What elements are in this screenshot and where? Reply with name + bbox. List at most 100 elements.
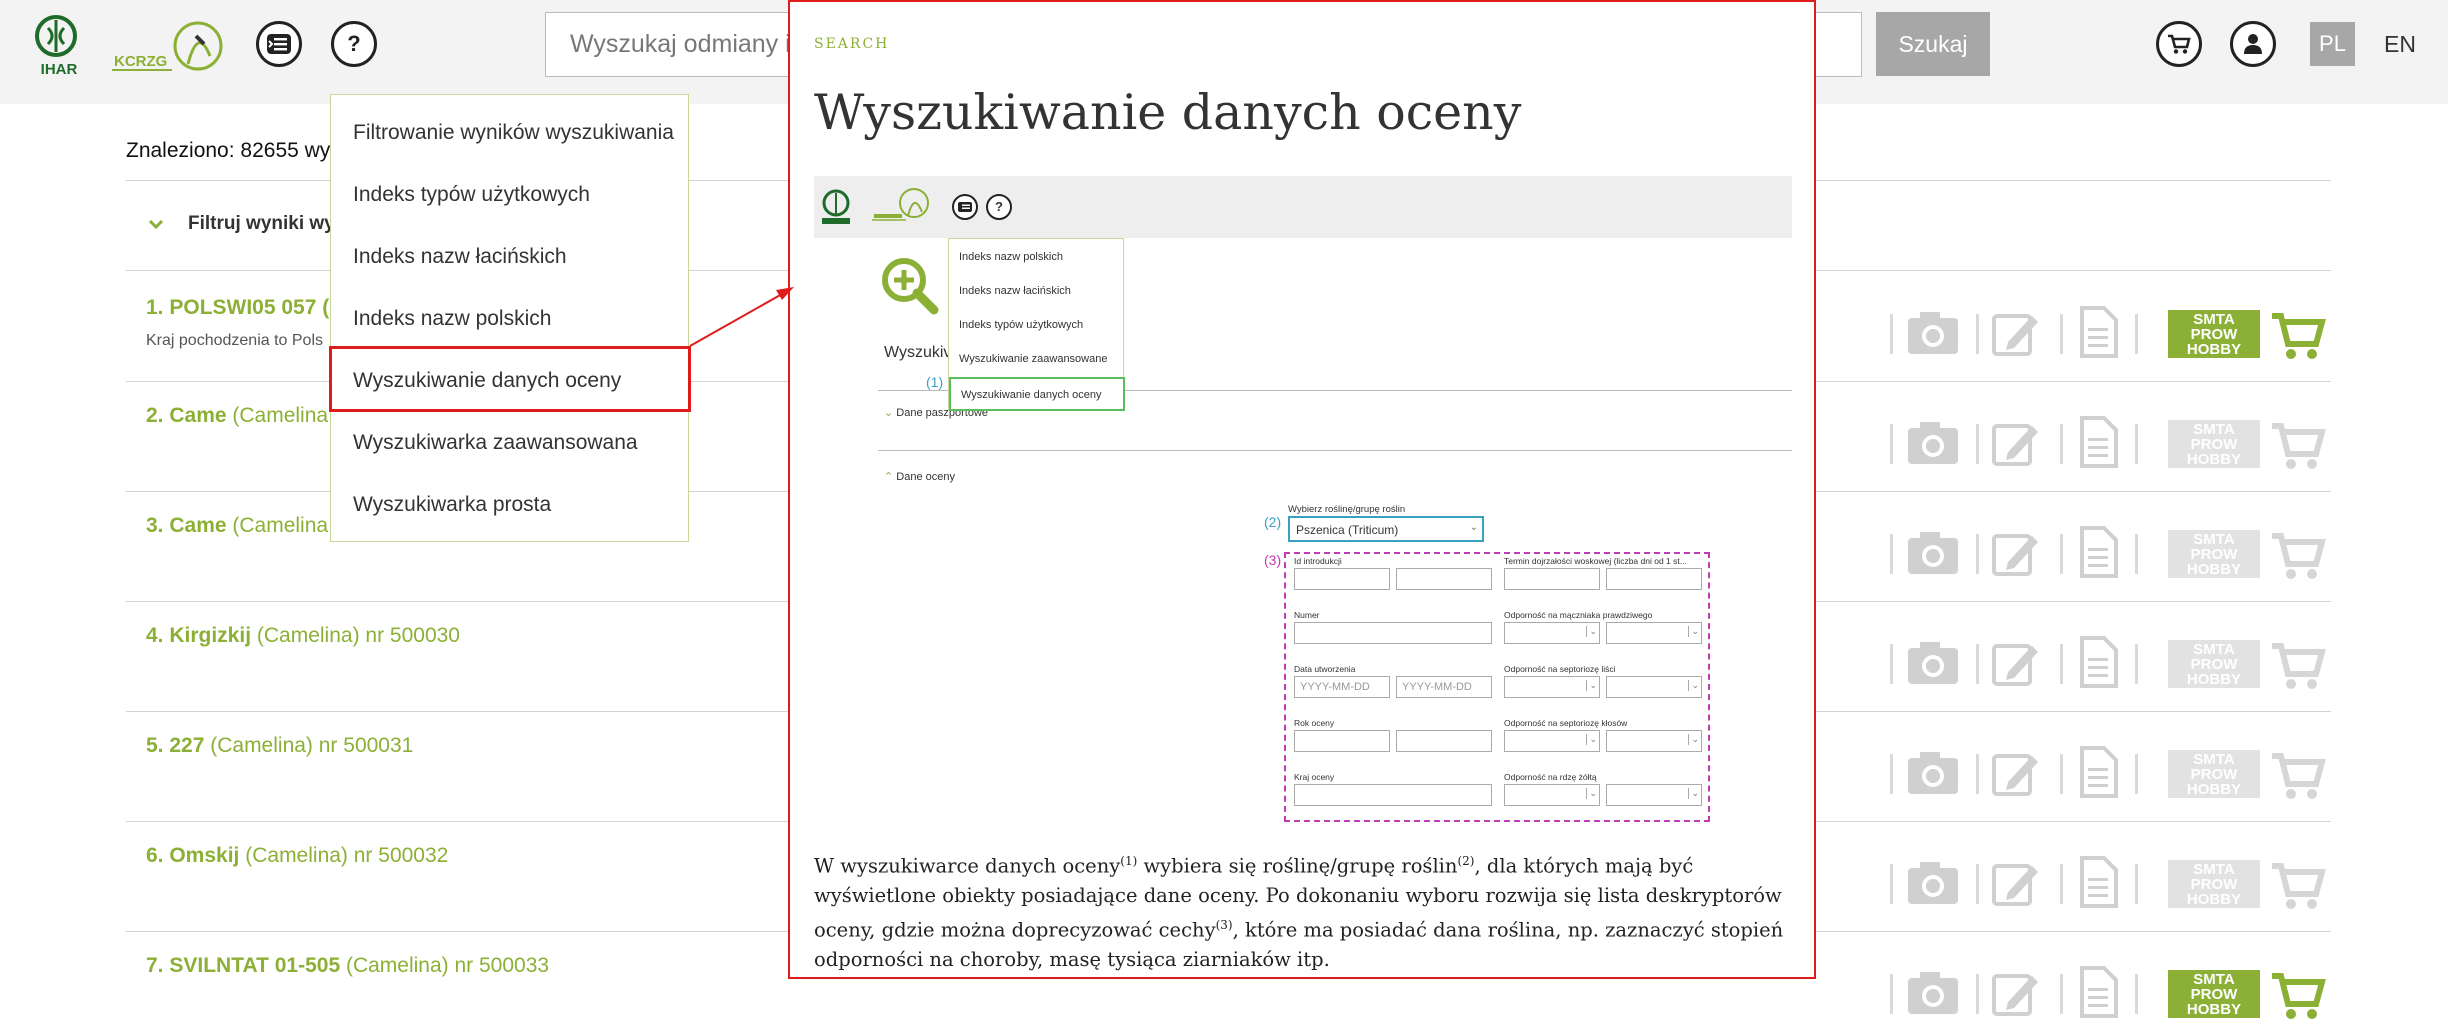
result-item-title[interactable]: 1. POLSWI05 057 ( bbox=[146, 296, 329, 320]
camera-icon[interactable] bbox=[1906, 638, 1960, 693]
chevron-down-icon: ⌄ bbox=[1586, 734, 1597, 745]
separator bbox=[1976, 534, 1979, 574]
result-details: (Camelina) nr 500033 bbox=[340, 954, 550, 977]
document-icon[interactable] bbox=[2078, 306, 2118, 363]
mini-field-input bbox=[1294, 730, 1390, 752]
search-button[interactable]: Szukaj bbox=[1876, 12, 1990, 76]
result-name: 6. Omskij bbox=[146, 844, 240, 867]
edit-icon[interactable] bbox=[1990, 308, 2040, 363]
svg-text:KCRZG: KCRZG bbox=[114, 53, 167, 70]
result-item-title[interactable]: 7. SVILNTAT 01-505 (Camelina) nr 500033 bbox=[146, 954, 549, 978]
document-icon[interactable] bbox=[2078, 636, 2118, 693]
edit-icon[interactable] bbox=[1990, 418, 2040, 473]
menu-item-simple-search[interactable]: Wyszukiwarka prosta bbox=[353, 493, 551, 517]
mini-field-select: ⌄ bbox=[1504, 784, 1600, 806]
cart-icon[interactable] bbox=[2270, 640, 2326, 695]
document-icon[interactable] bbox=[2078, 966, 2118, 1023]
separator bbox=[1976, 644, 1979, 684]
separator bbox=[1976, 754, 1979, 794]
mini-menu-item: Indeks typów użytkowych bbox=[959, 319, 1084, 331]
separator bbox=[1890, 644, 1893, 684]
result-action-icons: SMTA PROW HOBBY bbox=[1890, 744, 2330, 804]
mini-field-label: Numer bbox=[1294, 610, 1320, 620]
separator bbox=[1890, 754, 1893, 794]
mini-field-input bbox=[1606, 568, 1702, 590]
filter-toggle[interactable]: Filtruj wyniki wy bbox=[188, 213, 335, 235]
cart-icon[interactable] bbox=[2270, 970, 2326, 1025]
svg-text:HOBBY: HOBBY bbox=[2187, 451, 2241, 468]
separator bbox=[1890, 864, 1893, 904]
chevron-down-icon: ⌄ bbox=[1688, 680, 1699, 691]
separator bbox=[1976, 424, 1979, 464]
edit-icon[interactable] bbox=[1990, 748, 2040, 803]
cart-icon[interactable] bbox=[2270, 310, 2326, 365]
document-icon[interactable] bbox=[2078, 526, 2118, 583]
mini-help-menu: Indeks nazw polskich Indeks nazw łacińsk… bbox=[948, 238, 1125, 411]
menu-item-filtering[interactable]: Filtrowanie wyników wyszukiwania bbox=[353, 121, 674, 145]
chevron-down-icon: ⌄ bbox=[1688, 734, 1699, 745]
lang-en-button[interactable]: EN bbox=[2384, 22, 2416, 66]
separator bbox=[1890, 974, 1893, 1014]
result-action-icons: SMTA PROW HOBBY bbox=[1890, 854, 2330, 914]
mini-field-input: YYYY-MM-DD bbox=[1396, 676, 1492, 698]
results-count: Znaleziono: 82655 wy bbox=[126, 139, 331, 162]
cart-icon[interactable] bbox=[2270, 750, 2326, 805]
ihar-logo[interactable]: IHAR bbox=[26, 14, 92, 78]
edit-icon[interactable] bbox=[1990, 638, 2040, 693]
separator bbox=[2135, 864, 2138, 904]
help-button[interactable]: ? bbox=[331, 21, 377, 67]
chevron-down-icon[interactable] bbox=[148, 216, 164, 232]
separator bbox=[1976, 314, 1979, 354]
camera-icon[interactable] bbox=[1906, 528, 1960, 583]
mini-plant-select: Pszenica (Triticum) ⌄ bbox=[1288, 516, 1484, 542]
cart-icon[interactable] bbox=[2270, 420, 2326, 475]
menu-item-latin-names-index[interactable]: Indeks nazw łacińskich bbox=[353, 245, 567, 269]
result-name: 1. POLSWI05 057 ( bbox=[146, 296, 330, 319]
separator bbox=[1890, 424, 1893, 464]
separator bbox=[1976, 864, 1979, 904]
result-item-title[interactable]: 2. Came (Camelina bbox=[146, 404, 328, 428]
menu-item-polish-names-index[interactable]: Indeks nazw polskich bbox=[353, 307, 551, 331]
camera-icon[interactable] bbox=[1906, 748, 1960, 803]
mini-menu-item: Indeks nazw polskich bbox=[959, 251, 1063, 263]
chevron-down-icon: ⌄ bbox=[1586, 788, 1597, 799]
marker-3: (3) bbox=[1264, 552, 1282, 568]
result-item-title[interactable]: 6. Omskij (Camelina) nr 500032 bbox=[146, 844, 448, 868]
mini-field-input bbox=[1294, 568, 1390, 590]
document-icon[interactable] bbox=[2078, 746, 2118, 803]
menu-item-advanced-search[interactable]: Wyszukiwarka zaawansowana bbox=[353, 431, 638, 455]
edit-icon[interactable] bbox=[1990, 858, 2040, 913]
chevron-up-icon: ⌃ bbox=[884, 471, 897, 483]
result-item-title[interactable]: 3. Came (Camelina bbox=[146, 514, 328, 538]
camera-icon[interactable] bbox=[1906, 308, 1960, 363]
separator bbox=[1890, 534, 1893, 574]
result-action-icons: SMTA PROW HOBBY bbox=[1890, 964, 2330, 1024]
user-button[interactable] bbox=[2230, 21, 2276, 67]
result-name: 7. SVILNTAT 01-505 bbox=[146, 954, 341, 977]
document-icon[interactable] bbox=[2078, 856, 2118, 913]
camera-icon[interactable] bbox=[1906, 418, 1960, 473]
cart-icon[interactable] bbox=[2270, 530, 2326, 585]
menu-item-usage-types-index[interactable]: Indeks typów użytkowych bbox=[353, 183, 590, 207]
list-icon bbox=[958, 202, 972, 212]
camera-icon[interactable] bbox=[1906, 968, 1960, 1023]
cart-button[interactable] bbox=[2156, 21, 2202, 67]
result-item-title[interactable]: 4. Kirgizkij (Camelina) nr 500030 bbox=[146, 624, 460, 648]
marker-2: (2) bbox=[1264, 514, 1282, 530]
edit-icon[interactable] bbox=[1990, 968, 2040, 1023]
kcrzg-logo[interactable]: KCRZG bbox=[112, 16, 232, 78]
result-name: 3. Came bbox=[146, 514, 227, 537]
separator bbox=[2060, 864, 2063, 904]
edit-icon[interactable] bbox=[1990, 528, 2040, 583]
separator bbox=[2135, 754, 2138, 794]
result-details: (Camelina bbox=[226, 514, 329, 537]
result-name: 5. 227 bbox=[146, 734, 205, 757]
separator bbox=[2135, 974, 2138, 1014]
document-icon[interactable] bbox=[2078, 416, 2118, 473]
lang-pl-button[interactable]: PL bbox=[2310, 22, 2355, 66]
camera-icon[interactable] bbox=[1906, 858, 1960, 913]
result-item-title[interactable]: 5. 227 (Camelina) nr 500031 bbox=[146, 734, 413, 758]
separator bbox=[2135, 644, 2138, 684]
cart-icon[interactable] bbox=[2270, 860, 2326, 915]
index-list-button[interactable] bbox=[256, 21, 302, 67]
